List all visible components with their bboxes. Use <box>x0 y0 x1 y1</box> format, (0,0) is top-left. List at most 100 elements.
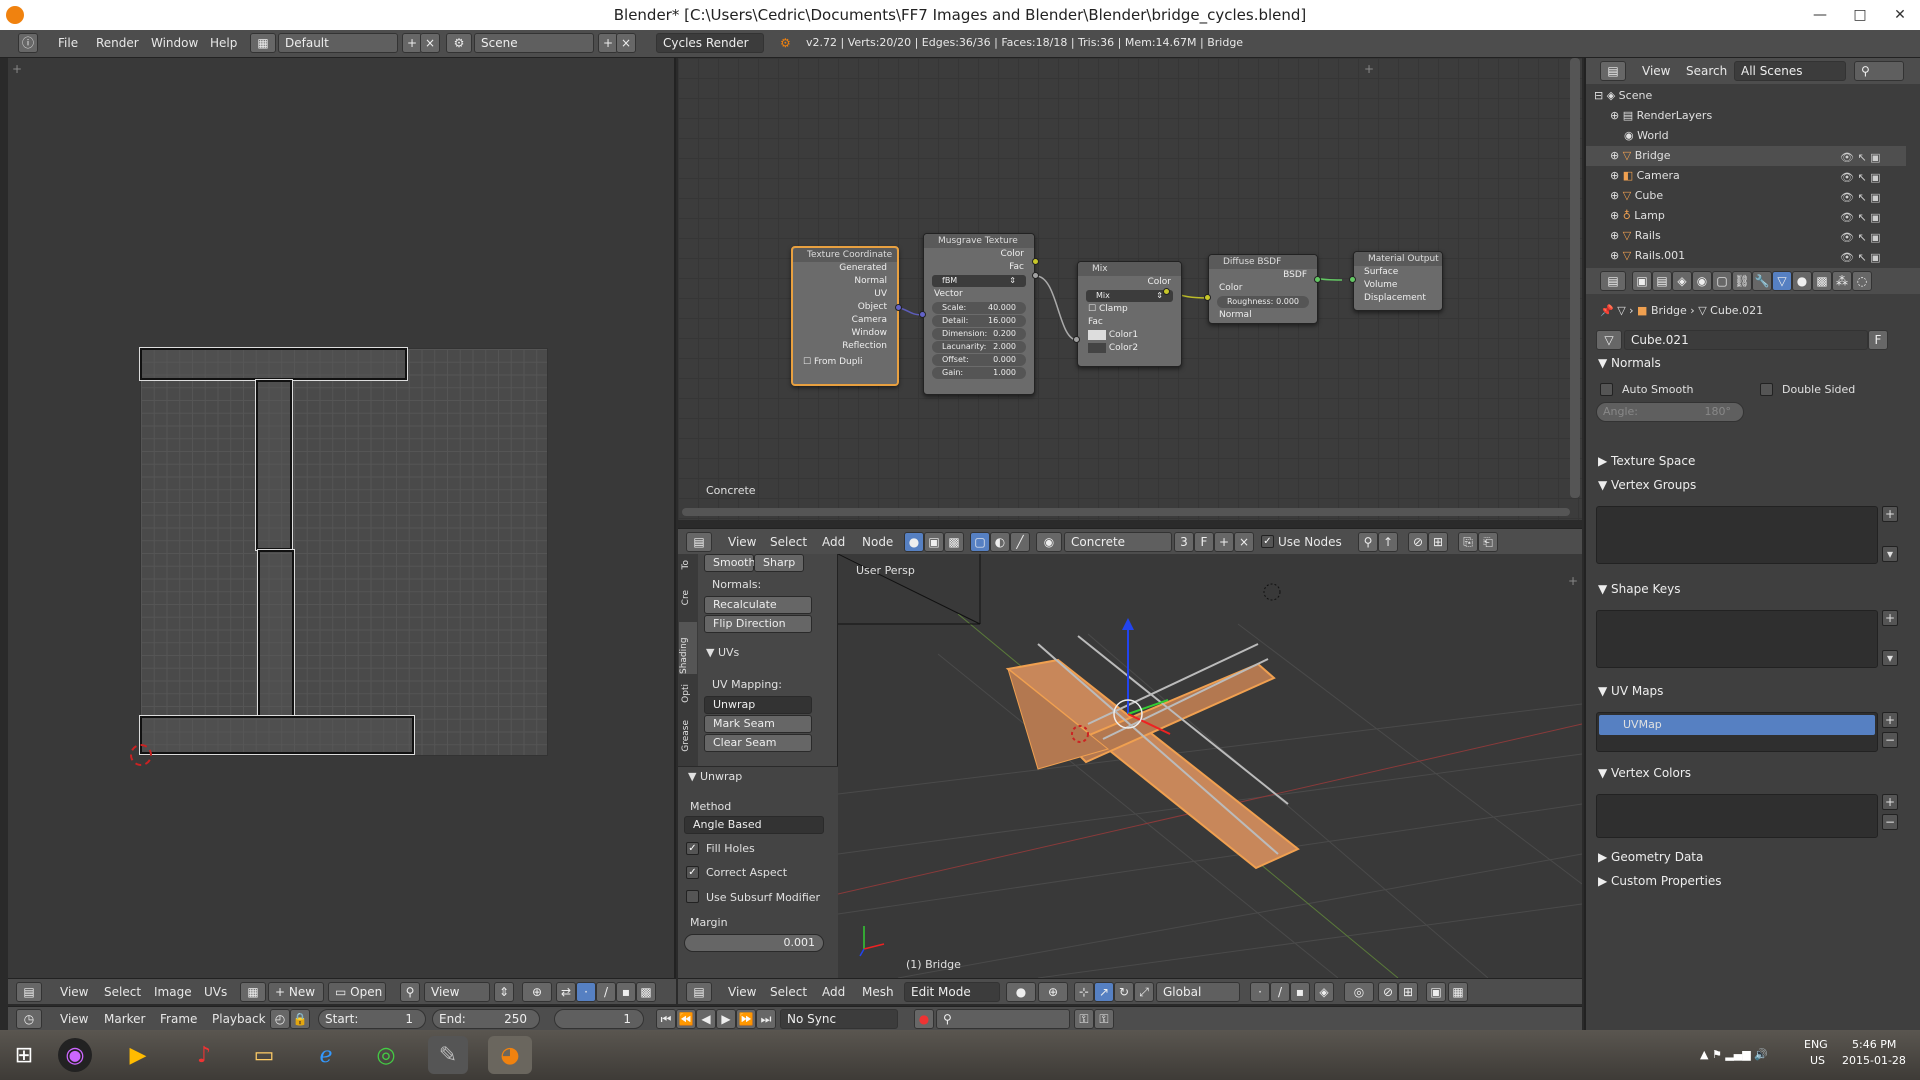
flip-direction-button[interactable]: Flip Direction <box>704 615 812 633</box>
display-mode-select[interactable]: All Scenes <box>1734 61 1846 81</box>
particles-tab-icon[interactable]: ⁂ <box>1832 271 1852 291</box>
scene-tab-icon[interactable]: ◈ <box>1672 271 1692 291</box>
pivot-point-icon[interactable]: ⊕ <box>1038 982 1068 1002</box>
sharp-button[interactable]: Sharp <box>754 554 804 572</box>
socket-generated[interactable]: Generated <box>793 262 897 275</box>
add-uv-map-icon[interactable]: + <box>1882 712 1898 728</box>
socket-uv[interactable]: UV <box>793 288 897 301</box>
texture-nodes-icon[interactable]: ▩ <box>944 532 964 552</box>
new-image-button[interactable]: + New <box>268 982 324 1002</box>
panel-uv-maps[interactable]: ▼ UV Maps <box>1598 684 1663 698</box>
tab-options[interactable]: Opti <box>681 684 691 703</box>
snap-element-icon[interactable]: ⊞ <box>1428 532 1448 552</box>
edge-select-icon[interactable]: / <box>1270 982 1290 1002</box>
socket-object[interactable]: Object <box>793 301 897 314</box>
mesh-browse-icon[interactable]: ▽ <box>1596 330 1622 350</box>
socket-dot[interactable] <box>1204 294 1211 301</box>
shape-keys-list[interactable] <box>1596 610 1878 668</box>
gimp-icon[interactable]: ✎ <box>428 1036 468 1074</box>
world-tab-icon[interactable]: ◉ <box>1692 271 1712 291</box>
add-material-icon[interactable]: + <box>1214 532 1234 552</box>
cursor-2d-icon[interactable] <box>130 744 152 766</box>
media-app-icon[interactable]: ◉ <box>58 1038 92 1072</box>
clamp-checkbox[interactable]: ☐ Clamp <box>1078 303 1181 316</box>
add-scene-icon[interactable]: + <box>598 33 618 53</box>
mesh-data-tab-icon[interactable]: ▽ <box>1772 271 1792 291</box>
language-code[interactable]: ENG <box>1804 1038 1828 1051</box>
menu-uvs[interactable]: UVs <box>204 985 227 999</box>
add-vertex-group-icon[interactable]: + <box>1882 506 1898 522</box>
face-select-icon[interactable]: ▪ <box>616 982 636 1002</box>
socket-displacement[interactable]: Displacement <box>1354 292 1442 305</box>
tab-grease[interactable]: Grease <box>681 720 691 752</box>
layers-tab-icon[interactable]: ▤ <box>1652 271 1672 291</box>
uv-island-lower-stem[interactable] <box>257 549 295 718</box>
mesh-name-field[interactable]: Cube.021 <box>1624 330 1868 350</box>
margin-field[interactable]: 0.001 <box>684 934 824 952</box>
play-icon[interactable]: ▶ <box>716 1009 736 1029</box>
socket-dot[interactable] <box>1163 288 1170 295</box>
panel-vertex-groups[interactable]: ▼ Vertex Groups <box>1598 478 1696 492</box>
current-frame-field[interactable]: 1 <box>554 1009 644 1029</box>
pin-icon[interactable]: ⚲ <box>400 982 420 1002</box>
angle-field[interactable]: Angle: 180° <box>1596 402 1744 422</box>
jump-end-icon[interactable]: ⏭ <box>756 1009 776 1029</box>
menu-file[interactable]: File <box>58 36 78 50</box>
shader-nodes-icon[interactable]: ● <box>904 532 924 552</box>
start-icon[interactable]: ⊞ <box>4 1036 44 1074</box>
fill-holes-checkbox[interactable]: ✓ <box>686 842 699 855</box>
socket-dot[interactable] <box>1073 336 1080 343</box>
menu-select[interactable]: Select <box>770 985 807 999</box>
paste-nodes-icon[interactable]: ⎗ <box>1478 532 1498 552</box>
socket-dot[interactable] <box>919 311 926 318</box>
linestyle-icon[interactable]: ╱ <box>1010 532 1030 552</box>
end-frame-field[interactable]: End: 250 <box>432 1009 540 1029</box>
scene-icon[interactable]: ⚙ <box>446 33 472 53</box>
editor-type-icon[interactable]: ▤ <box>1600 271 1626 291</box>
socket-dot[interactable] <box>1314 276 1321 283</box>
panel-custom-properties[interactable]: ▶ Custom Properties <box>1598 874 1721 888</box>
close-icon[interactable]: ✕ <box>1880 0 1920 30</box>
remove-scene-icon[interactable]: × <box>616 33 636 53</box>
material-browse-icon[interactable]: ◉ <box>1036 532 1062 552</box>
visibility-column[interactable]: 👁 ↖ ▣ 👁 ↖ ▣ 👁 ↖ ▣ 👁 ↖ ▣ 👁 ↖ ▣ 👁 ↖ ▣ <box>1840 148 1881 268</box>
material-tab-icon[interactable]: ● <box>1792 271 1812 291</box>
vertex-group-menu-icon[interactable]: ▾ <box>1882 546 1898 562</box>
vertex-select-icon[interactable]: · <box>576 982 596 1002</box>
area-split-icon[interactable]: + <box>12 62 22 76</box>
menu-add[interactable]: Add <box>822 535 845 549</box>
menu-window[interactable]: Window <box>151 36 198 50</box>
menu-image[interactable]: Image <box>154 985 192 999</box>
add-layout-icon[interactable]: + <box>402 33 422 53</box>
layout-selector[interactable]: Default <box>278 33 398 53</box>
edge-select-icon[interactable]: / <box>596 982 616 1002</box>
editor-type-icon[interactable]: ▤ <box>1600 61 1626 81</box>
node-diffuse-bsdf[interactable]: Diffuse BSDF BSDF Color Roughness: 0.000 … <box>1208 254 1318 324</box>
node-editor[interactable]: + Texture Coordinate Generated Normal UV… <box>678 58 1582 520</box>
menu-node[interactable]: Node <box>862 535 893 549</box>
unlink-material-icon[interactable]: × <box>1234 532 1254 552</box>
3d-viewport[interactable]: User Persp (1) Bridge + <box>838 554 1582 978</box>
panel-normals[interactable]: ▼ Normals <box>1598 356 1661 370</box>
uvs-panel-title[interactable]: ▼ UVs <box>706 646 739 659</box>
socket-reflection[interactable]: Reflection <box>793 340 897 353</box>
render-engine-select[interactable]: Cycles Render <box>656 33 764 53</box>
object-tab-icon[interactable]: ▢ <box>1712 271 1732 291</box>
render-tab-icon[interactable]: ▣ <box>1632 271 1652 291</box>
layout-icon[interactable]: ▦ <box>250 33 276 53</box>
socket-color[interactable]: Color <box>924 248 1034 261</box>
clear-seam-button[interactable]: Clear Seam <box>704 734 812 752</box>
detail-slider[interactable]: Detail: 16.000 <box>932 315 1026 327</box>
fake-user-button[interactable]: F <box>1194 532 1214 552</box>
shape-key-menu-icon[interactable]: ▾ <box>1882 650 1898 666</box>
socket-normal[interactable]: Normal <box>793 275 897 288</box>
proportional-edit-icon[interactable]: ◎ <box>1344 982 1374 1002</box>
auto-smooth-checkbox[interactable] <box>1600 383 1613 396</box>
copy-nodes-icon[interactable]: ⎘ <box>1458 532 1478 552</box>
record-icon[interactable]: ● <box>914 1009 934 1029</box>
world-shader-icon[interactable]: ◐ <box>990 532 1010 552</box>
view-mode-select[interactable]: View <box>424 982 490 1002</box>
chrome-icon[interactable]: ◎ <box>366 1036 406 1074</box>
region-code[interactable]: US <box>1810 1054 1825 1067</box>
itunes-icon[interactable]: ♪ <box>184 1036 224 1074</box>
